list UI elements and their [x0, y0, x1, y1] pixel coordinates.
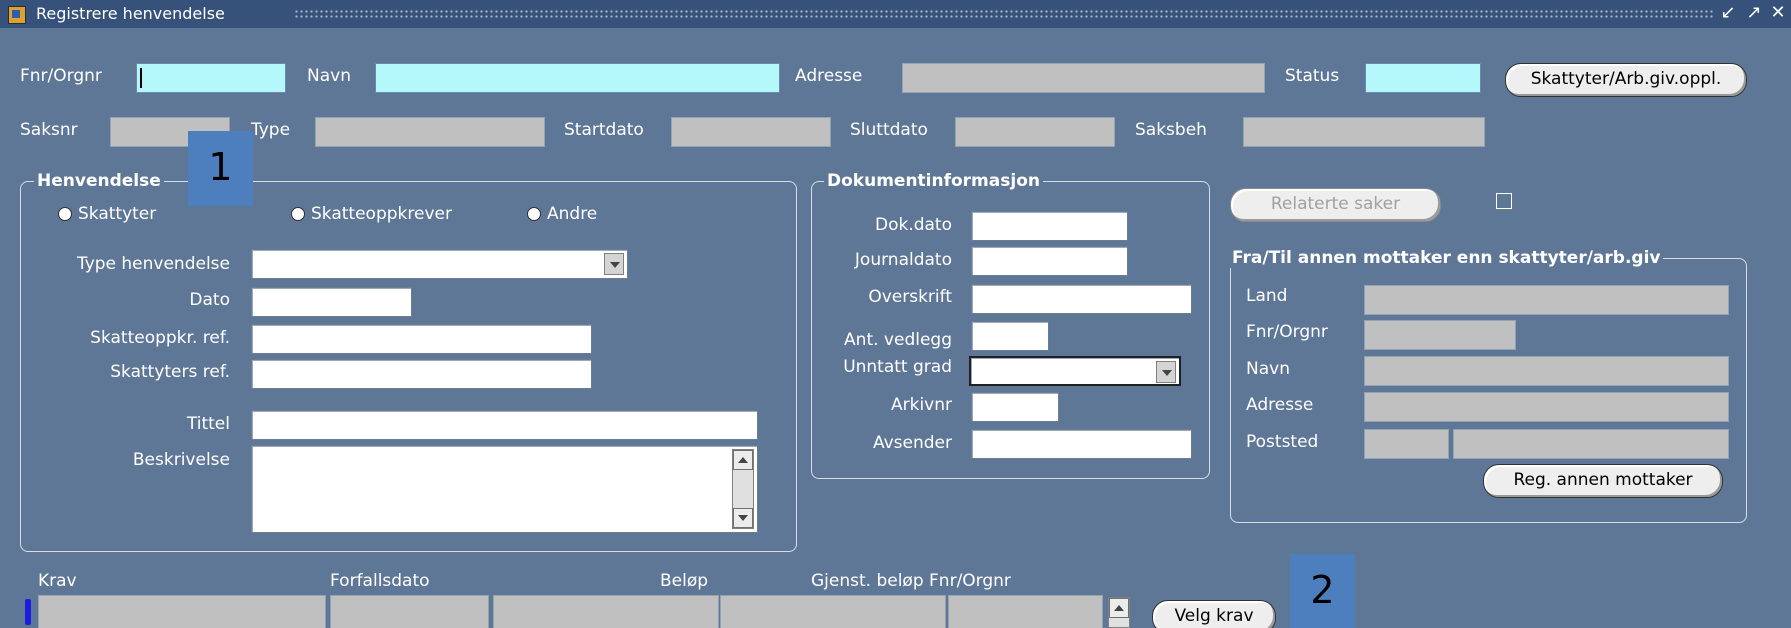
- poststed-label: Poststed: [1246, 432, 1319, 452]
- scroll-up-icon[interactable]: [1109, 598, 1129, 618]
- krav-fnr-field[interactable]: [948, 595, 1103, 628]
- window-title: Registrere henvendelse: [36, 4, 225, 23]
- adresse-field[interactable]: [902, 63, 1265, 93]
- ant-vedlegg-label: Ant. vedlegg: [844, 330, 952, 350]
- avsender-input[interactable]: [971, 429, 1192, 459]
- annen-adresse-label: Adresse: [1246, 395, 1314, 415]
- annen-adresse-field[interactable]: [1364, 392, 1729, 422]
- type-field[interactable]: [315, 117, 545, 147]
- annen-fnr-field[interactable]: [1364, 320, 1516, 350]
- skattyters-ref-label: Skattyters ref.: [110, 362, 230, 382]
- unntatt-grad-select[interactable]: [969, 356, 1181, 386]
- skattyter-oppl-button[interactable]: Skattyter/Arb.giv.oppl.: [1505, 63, 1747, 97]
- ant-vedlegg-input[interactable]: [971, 321, 1049, 351]
- annotation-badge-1: 1: [188, 131, 253, 206]
- status-label: Status: [1285, 66, 1340, 86]
- type-henvendelse-label: Type henvendelse: [76, 254, 230, 274]
- krav-field[interactable]: [38, 595, 326, 628]
- tittel-label: Tittel: [186, 414, 230, 434]
- radio-skatteoppkrever-label: Skatteoppkrever: [311, 204, 452, 224]
- app-window: Registrere henvendelse ↙ ↗ ✕ Fnr/Orgnr N…: [0, 0, 1791, 628]
- chevron-down-icon[interactable]: [604, 253, 624, 275]
- radio-skattyter[interactable]: [58, 207, 72, 221]
- relaterte-checkbox[interactable]: [1496, 193, 1512, 209]
- title-bar-pattern: [294, 9, 1715, 19]
- arkivnr-input[interactable]: [971, 392, 1059, 422]
- type-label: Type: [251, 120, 291, 140]
- minimize-icon[interactable]: ↙: [1717, 2, 1739, 24]
- text-cursor: [140, 68, 142, 88]
- type-henvendelse-select[interactable]: [251, 249, 628, 279]
- scroll-down-icon[interactable]: [733, 508, 753, 528]
- saksnr-label: Saksnr: [20, 120, 78, 140]
- navn-label: Navn: [307, 66, 351, 86]
- overskrift-input[interactable]: [971, 284, 1192, 314]
- fnr-input[interactable]: [136, 63, 286, 93]
- adresse-label: Adresse: [795, 66, 863, 86]
- beskrivelse-textarea[interactable]: [251, 445, 758, 533]
- skatteoppkr-ref-label: Skatteoppkr. ref.: [90, 328, 230, 348]
- current-record-indicator: [25, 599, 31, 625]
- radio-skatteoppkrever[interactable]: [291, 207, 305, 221]
- forfallsdato-field[interactable]: [330, 595, 489, 628]
- title-bar: Registrere henvendelse ↙ ↗ ✕: [0, 0, 1791, 28]
- dokdato-label: Dok.dato: [874, 215, 952, 235]
- overskrift-label: Overskrift: [868, 287, 952, 307]
- radio-andre[interactable]: [527, 207, 541, 221]
- annotation-badge-2: 2: [1290, 554, 1355, 628]
- sluttdato-field[interactable]: [955, 117, 1115, 147]
- reg-annen-mottaker-button[interactable]: Reg. annen mottaker: [1483, 464, 1723, 498]
- startdato-field[interactable]: [671, 117, 831, 147]
- krav-label: Krav: [38, 571, 77, 591]
- sluttdato-label: Sluttdato: [850, 120, 928, 140]
- form-app-icon: [8, 6, 26, 24]
- chevron-down-icon[interactable]: [1156, 361, 1176, 383]
- poststed-field[interactable]: [1453, 429, 1729, 459]
- journaldato-input[interactable]: [971, 246, 1128, 276]
- fnr-label: Fnr/Orgnr: [20, 66, 102, 86]
- annen-navn-field[interactable]: [1364, 356, 1729, 386]
- status-input[interactable]: [1365, 63, 1481, 93]
- gjenst-belop-label: Gjenst. beløp Fnr/Orgnr: [811, 571, 1011, 591]
- krav-scrollbar[interactable]: [1108, 597, 1130, 628]
- velg-krav-button[interactable]: Velg krav: [1152, 600, 1276, 628]
- navn-input[interactable]: [375, 63, 780, 93]
- belop-label: Beløp: [660, 571, 709, 591]
- land-label: Land: [1246, 286, 1288, 306]
- henvendelse-legend: Henvendelse: [34, 171, 164, 191]
- dato-label: Dato: [189, 290, 230, 310]
- land-field[interactable]: [1364, 285, 1729, 315]
- relaterte-saker-button[interactable]: Relaterte saker: [1230, 188, 1441, 222]
- saksbeh-field[interactable]: [1243, 117, 1485, 147]
- saksbeh-label: Saksbeh: [1135, 120, 1207, 140]
- skatteoppkr-ref-input[interactable]: [251, 324, 592, 354]
- journaldato-label: Journaldato: [854, 250, 952, 270]
- avsender-label: Avsender: [872, 433, 952, 453]
- skattyters-ref-input[interactable]: [251, 359, 592, 389]
- dato-input[interactable]: [251, 287, 412, 317]
- annen-navn-label: Navn: [1246, 359, 1290, 379]
- arkivnr-label: Arkivnr: [890, 395, 952, 415]
- forfallsdato-label: Forfallsdato: [330, 571, 430, 591]
- belop-field[interactable]: [493, 595, 719, 628]
- dokumentinformasjon-legend: Dokumentinformasjon: [824, 171, 1043, 191]
- close-icon[interactable]: ✕: [1767, 2, 1789, 24]
- annen-mottaker-legend: Fra/Til annen mottaker enn skattyter/arb…: [1229, 248, 1664, 268]
- tittel-input[interactable]: [251, 410, 758, 440]
- maximize-icon[interactable]: ↗: [1743, 2, 1765, 24]
- startdato-label: Startdato: [564, 120, 644, 140]
- scroll-up-icon[interactable]: [733, 450, 753, 470]
- dokdato-input[interactable]: [971, 211, 1128, 241]
- gjenst-belop-field[interactable]: [720, 595, 946, 628]
- beskrivelse-scrollbar[interactable]: [732, 449, 754, 529]
- annen-fnr-label: Fnr/Orgnr: [1246, 322, 1328, 342]
- radio-andre-label: Andre: [547, 204, 598, 224]
- postnr-field[interactable]: [1364, 429, 1449, 459]
- radio-skattyter-label: Skattyter: [78, 204, 157, 224]
- beskrivelse-label: Beskrivelse: [132, 450, 230, 470]
- unntatt-grad-label: Unntatt grad: [843, 357, 952, 377]
